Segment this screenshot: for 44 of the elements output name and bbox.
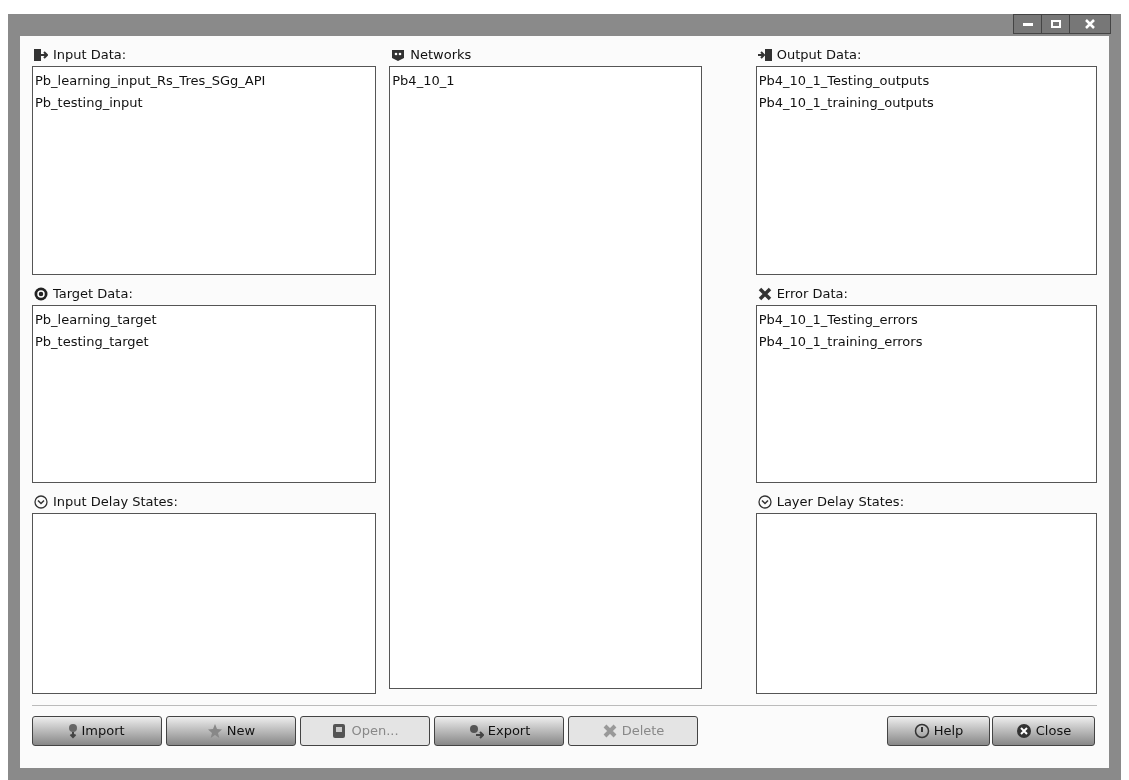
- close-icon: [1085, 19, 1095, 29]
- close-icon: [1015, 723, 1032, 739]
- target-icon: [34, 287, 48, 301]
- list-box[interactable]: Pb4_10_1_Testing_outputs Pb4_10_1_training_outputs: [755, 66, 1097, 275]
- panel-label: Output Data:: [776, 46, 862, 65]
- list-item[interactable]: Pb4_10_1_Testing_errors: [758, 310, 1094, 332]
- minimize-button[interactable]: [1014, 15, 1042, 33]
- panel-label: Target Data:: [53, 285, 133, 304]
- list-item[interactable]: Pb_testing_input: [35, 93, 374, 115]
- help-icon: [913, 723, 930, 739]
- close-window-button[interactable]: [1070, 15, 1110, 33]
- input-icon: [34, 48, 48, 62]
- chevron-circle-icon: [34, 495, 48, 509]
- help-button[interactable]: Help: [887, 716, 990, 746]
- list-item[interactable]: Pb4_10_1_training_errors: [758, 332, 1094, 354]
- export-icon: [467, 723, 484, 739]
- new-button[interactable]: New: [166, 716, 296, 746]
- list-item[interactable]: Pb4_10_1: [392, 70, 700, 93]
- panel-label: Networks: [410, 46, 472, 65]
- output-icon: [757, 48, 772, 62]
- list-box[interactable]: Pb_learning_input_Rs_Tres_SGg_API Pb_testing_input: [32, 66, 377, 275]
- list-item[interactable]: Pb_testing_target: [35, 332, 374, 354]
- list-box[interactable]: Pb4_10_1: [389, 65, 703, 689]
- network-icon: [391, 47, 406, 62]
- list-item[interactable]: Pb4_10_1_Testing_outputs: [758, 71, 1094, 93]
- import-icon: [69, 723, 78, 739]
- list-item[interactable]: Pb4_10_1_training_outputs: [758, 93, 1094, 115]
- list-item[interactable]: Pb_learning_target: [35, 310, 374, 332]
- document-icon: [331, 723, 348, 739]
- chevron-circle-icon: [757, 495, 772, 509]
- list-item[interactable]: Pb_learning_input_Rs_Tres_SGg_API: [35, 71, 374, 93]
- close-button[interactable]: Close: [992, 716, 1095, 746]
- panel-label: Layer Delay States:: [776, 493, 904, 512]
- import-button[interactable]: Import: [32, 716, 162, 746]
- star-icon: [206, 723, 223, 739]
- panel-label: Input Delay States:: [53, 493, 178, 512]
- cross-icon: [757, 287, 772, 301]
- list-box[interactable]: Pb4_10_1_Testing_errors Pb4_10_1_training_errors: [755, 305, 1097, 483]
- list-box[interactable]: Pb_learning_target Pb_testing_target: [32, 305, 377, 483]
- cross-icon: [601, 723, 618, 739]
- panel-label: Error Data:: [776, 285, 848, 304]
- panel-label: Input Data:: [53, 46, 127, 65]
- maximize-button[interactable]: [1042, 15, 1070, 33]
- export-button[interactable]: Export: [434, 716, 564, 746]
